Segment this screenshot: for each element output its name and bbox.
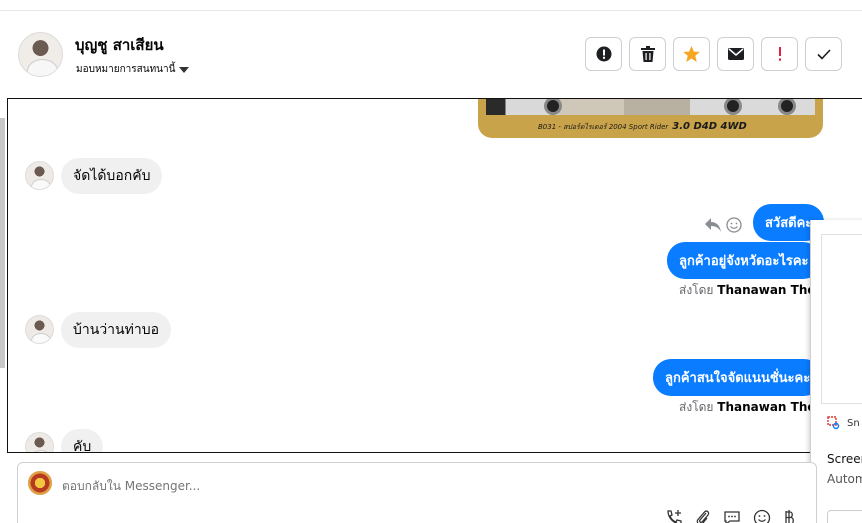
- image-caption-bold: 3.0 D4D 4WD: [672, 121, 747, 132]
- sent-by-prefix: ส่งโดย: [679, 400, 714, 414]
- incoming-message[interactable]: คับ: [61, 429, 104, 452]
- incoming-message[interactable]: จัดได้บอกคับ: [61, 158, 163, 194]
- phone-add-icon[interactable]: [665, 509, 683, 523]
- mark-done-button[interactable]: [805, 37, 842, 71]
- trash-icon: [640, 46, 655, 62]
- side-panel-subtitle: Autom: [827, 472, 862, 486]
- star-button[interactable]: [673, 37, 710, 71]
- mark-unread-button[interactable]: [717, 37, 754, 71]
- checkmark-icon: [816, 48, 831, 60]
- outgoing-message[interactable]: ลูกค้าสนใจจัดแนนชั่นะคะ: [653, 359, 823, 396]
- currency-icon[interactable]: [783, 509, 795, 523]
- image-caption-text: B031 - สปอร์ตไรเดอร์ 2004 Sport Rider: [538, 123, 669, 131]
- sent-by-label: ส่งโดย Thanawan Thon: [679, 398, 824, 417]
- assign-conversation-dropdown[interactable]: มอบหมายการสนทนานี้: [76, 62, 190, 77]
- exclamation-icon: [778, 47, 781, 61]
- message-thread[interactable]: B031 - สปอร์ตไรเดอร์ 2004 Sport Rider 3.0…: [7, 98, 862, 453]
- sent-by-prefix: ส่งโดย: [679, 283, 714, 297]
- conversation-header: บุญชู สาเสียน มอบหมายการสนทนานี้: [0, 11, 862, 99]
- assign-label: มอบหมายการสนทนานี้: [76, 64, 176, 75]
- paperclip-icon[interactable]: [695, 509, 711, 523]
- side-panel-app-label: Sn: [847, 417, 860, 429]
- incoming-message[interactable]: บ้านว่านท่าบอ: [61, 312, 171, 348]
- page-avatar: [28, 471, 52, 495]
- emoji-icon[interactable]: [753, 509, 771, 523]
- snip-tool-icon: [827, 416, 840, 430]
- envelope-icon: [727, 48, 744, 60]
- side-panel-title: Screer: [827, 452, 862, 466]
- side-panel-frame: [821, 234, 862, 404]
- contact-avatar[interactable]: [18, 32, 63, 77]
- spam-button[interactable]: [585, 37, 622, 71]
- sender-avatar[interactable]: [25, 161, 54, 190]
- reply-icon[interactable]: [704, 217, 722, 237]
- sent-by-name: Thanawan Thon: [717, 283, 825, 297]
- overlay-side-panel[interactable]: Sn Screer Autom: [810, 220, 862, 523]
- star-icon: [683, 46, 700, 62]
- side-panel-app-row[interactable]: Sn: [827, 416, 860, 430]
- sender-avatar[interactable]: [25, 432, 54, 452]
- composer-tools: [665, 509, 795, 523]
- saved-replies-icon[interactable]: [723, 509, 741, 523]
- delete-button[interactable]: [629, 37, 666, 71]
- sent-by-label: ส่งโดย Thanawan Thon: [679, 281, 824, 300]
- header-actions: [585, 37, 842, 71]
- outgoing-message[interactable]: ลูกค้าอยู่จังหวัดอะไรคะ: [667, 242, 821, 279]
- side-panel-button[interactable]: [827, 510, 862, 523]
- scroll-rail[interactable]: [0, 118, 5, 368]
- caret-down-icon: [179, 66, 190, 73]
- sent-by-name: Thanawan Thon: [717, 400, 825, 414]
- contact-name[interactable]: บุญชู สาเสียน: [75, 33, 164, 57]
- image-caption: B031 - สปอร์ตไรเดอร์ 2004 Sport Rider 3.0…: [538, 121, 747, 133]
- vehicle-image-attachment[interactable]: B031 - สปอร์ตไรเดอร์ 2004 Sport Rider 3.0…: [478, 99, 823, 138]
- reply-input[interactable]: [62, 479, 462, 493]
- sender-avatar[interactable]: [25, 315, 54, 344]
- react-emoji-icon[interactable]: [726, 217, 742, 237]
- exclamation-circle-icon: [596, 46, 611, 62]
- vehicle-photo-strip: [486, 99, 815, 115]
- follow-up-button[interactable]: [761, 37, 798, 71]
- reply-composer[interactable]: [17, 462, 817, 523]
